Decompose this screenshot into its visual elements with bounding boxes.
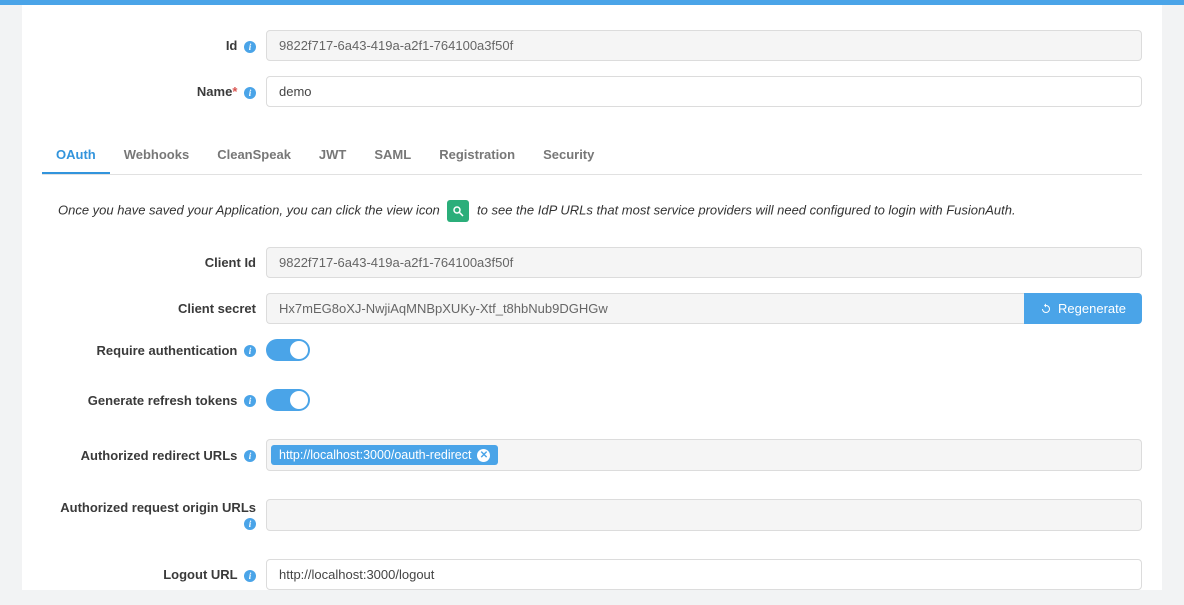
logout-url-input[interactable]	[266, 559, 1142, 590]
name-field-row: Name* i	[42, 76, 1142, 107]
logout-url-label: Logout URL i	[42, 567, 266, 582]
gen-refresh-label-text: Generate refresh tokens	[88, 393, 238, 408]
regenerate-button[interactable]: Regenerate	[1024, 293, 1142, 324]
logout-url-row: Logout URL i	[42, 559, 1142, 590]
require-auth-label: Require authentication i	[42, 343, 266, 358]
client-id-label: Client Id	[42, 255, 266, 270]
gen-refresh-toggle[interactable]	[266, 389, 310, 411]
info-icon[interactable]: i	[244, 450, 256, 462]
gen-refresh-label: Generate refresh tokens i	[42, 393, 266, 408]
url-chip: http://localhost:3000/oauth-redirect ✕	[271, 445, 498, 465]
info-icon[interactable]: i	[244, 518, 256, 530]
id-label: Id i	[42, 38, 266, 53]
redirect-urls-label: Authorized redirect URLs i	[42, 448, 266, 463]
view-icon[interactable]	[447, 200, 469, 222]
url-chip-text: http://localhost:3000/oauth-redirect	[279, 448, 471, 462]
tab-security[interactable]: Security	[529, 137, 608, 174]
required-marker: *	[232, 84, 237, 99]
info-icon[interactable]: i	[244, 87, 256, 99]
hint-post: to see the IdP URLs that most service pr…	[477, 202, 1016, 217]
redirect-urls-input[interactable]: http://localhost:3000/oauth-redirect ✕	[266, 439, 1142, 471]
name-input[interactable]	[266, 76, 1142, 107]
tab-saml[interactable]: SAML	[360, 137, 425, 174]
page-card: Id i 9822f717-6a43-419a-a2f1-764100a3f50…	[22, 5, 1162, 590]
name-label: Name* i	[42, 84, 266, 99]
require-auth-toggle[interactable]	[266, 339, 310, 361]
info-icon[interactable]: i	[244, 345, 256, 357]
info-icon[interactable]: i	[244, 41, 256, 53]
id-field-row: Id i 9822f717-6a43-419a-a2f1-764100a3f50…	[42, 30, 1142, 61]
info-icon[interactable]: i	[244, 570, 256, 582]
remove-chip-icon[interactable]: ✕	[477, 449, 490, 462]
id-label-text: Id	[226, 38, 238, 53]
client-secret-label: Client secret	[42, 301, 266, 316]
require-auth-label-text: Require authentication	[97, 343, 238, 358]
client-id-row: Client Id 9822f717-6a43-419a-a2f1-764100…	[42, 247, 1142, 278]
require-auth-row: Require authentication i	[42, 339, 1142, 361]
name-label-text: Name	[197, 84, 232, 99]
hint-pre: Once you have saved your Application, yo…	[58, 202, 440, 217]
origin-urls-input[interactable]	[266, 499, 1142, 531]
oauth-hint-text: Once you have saved your Application, yo…	[58, 200, 1142, 222]
tab-webhooks[interactable]: Webhooks	[110, 137, 204, 174]
regenerate-label: Regenerate	[1058, 301, 1126, 316]
tab-registration[interactable]: Registration	[425, 137, 529, 174]
redirect-urls-label-text: Authorized redirect URLs	[81, 448, 238, 463]
tab-cleanspeak[interactable]: CleanSpeak	[203, 137, 305, 174]
client-secret-row: Client secret Hx7mEG8oXJ-NwjiAqMNBpXUKy-…	[42, 293, 1142, 324]
client-id-value: 9822f717-6a43-419a-a2f1-764100a3f50f	[266, 247, 1142, 278]
gen-refresh-row: Generate refresh tokens i	[42, 389, 1142, 411]
origin-urls-label-text: Authorized request origin URLs	[60, 500, 256, 515]
logout-url-label-text: Logout URL	[163, 567, 237, 582]
origin-urls-label: Authorized request origin URLs i	[42, 500, 266, 530]
redirect-urls-row: Authorized redirect URLs i http://localh…	[42, 439, 1142, 471]
origin-urls-row: Authorized request origin URLs i	[42, 499, 1142, 531]
id-value: 9822f717-6a43-419a-a2f1-764100a3f50f	[266, 30, 1142, 61]
client-secret-value: Hx7mEG8oXJ-NwjiAqMNBpXUKy-Xtf_t8hbNub9DG…	[266, 293, 1024, 324]
info-icon[interactable]: i	[244, 395, 256, 407]
tabs-bar: OAuthWebhooksCleanSpeakJWTSAMLRegistrati…	[42, 137, 1142, 175]
refresh-icon	[1040, 303, 1052, 315]
tab-oauth[interactable]: OAuth	[42, 137, 110, 174]
tab-jwt[interactable]: JWT	[305, 137, 360, 174]
